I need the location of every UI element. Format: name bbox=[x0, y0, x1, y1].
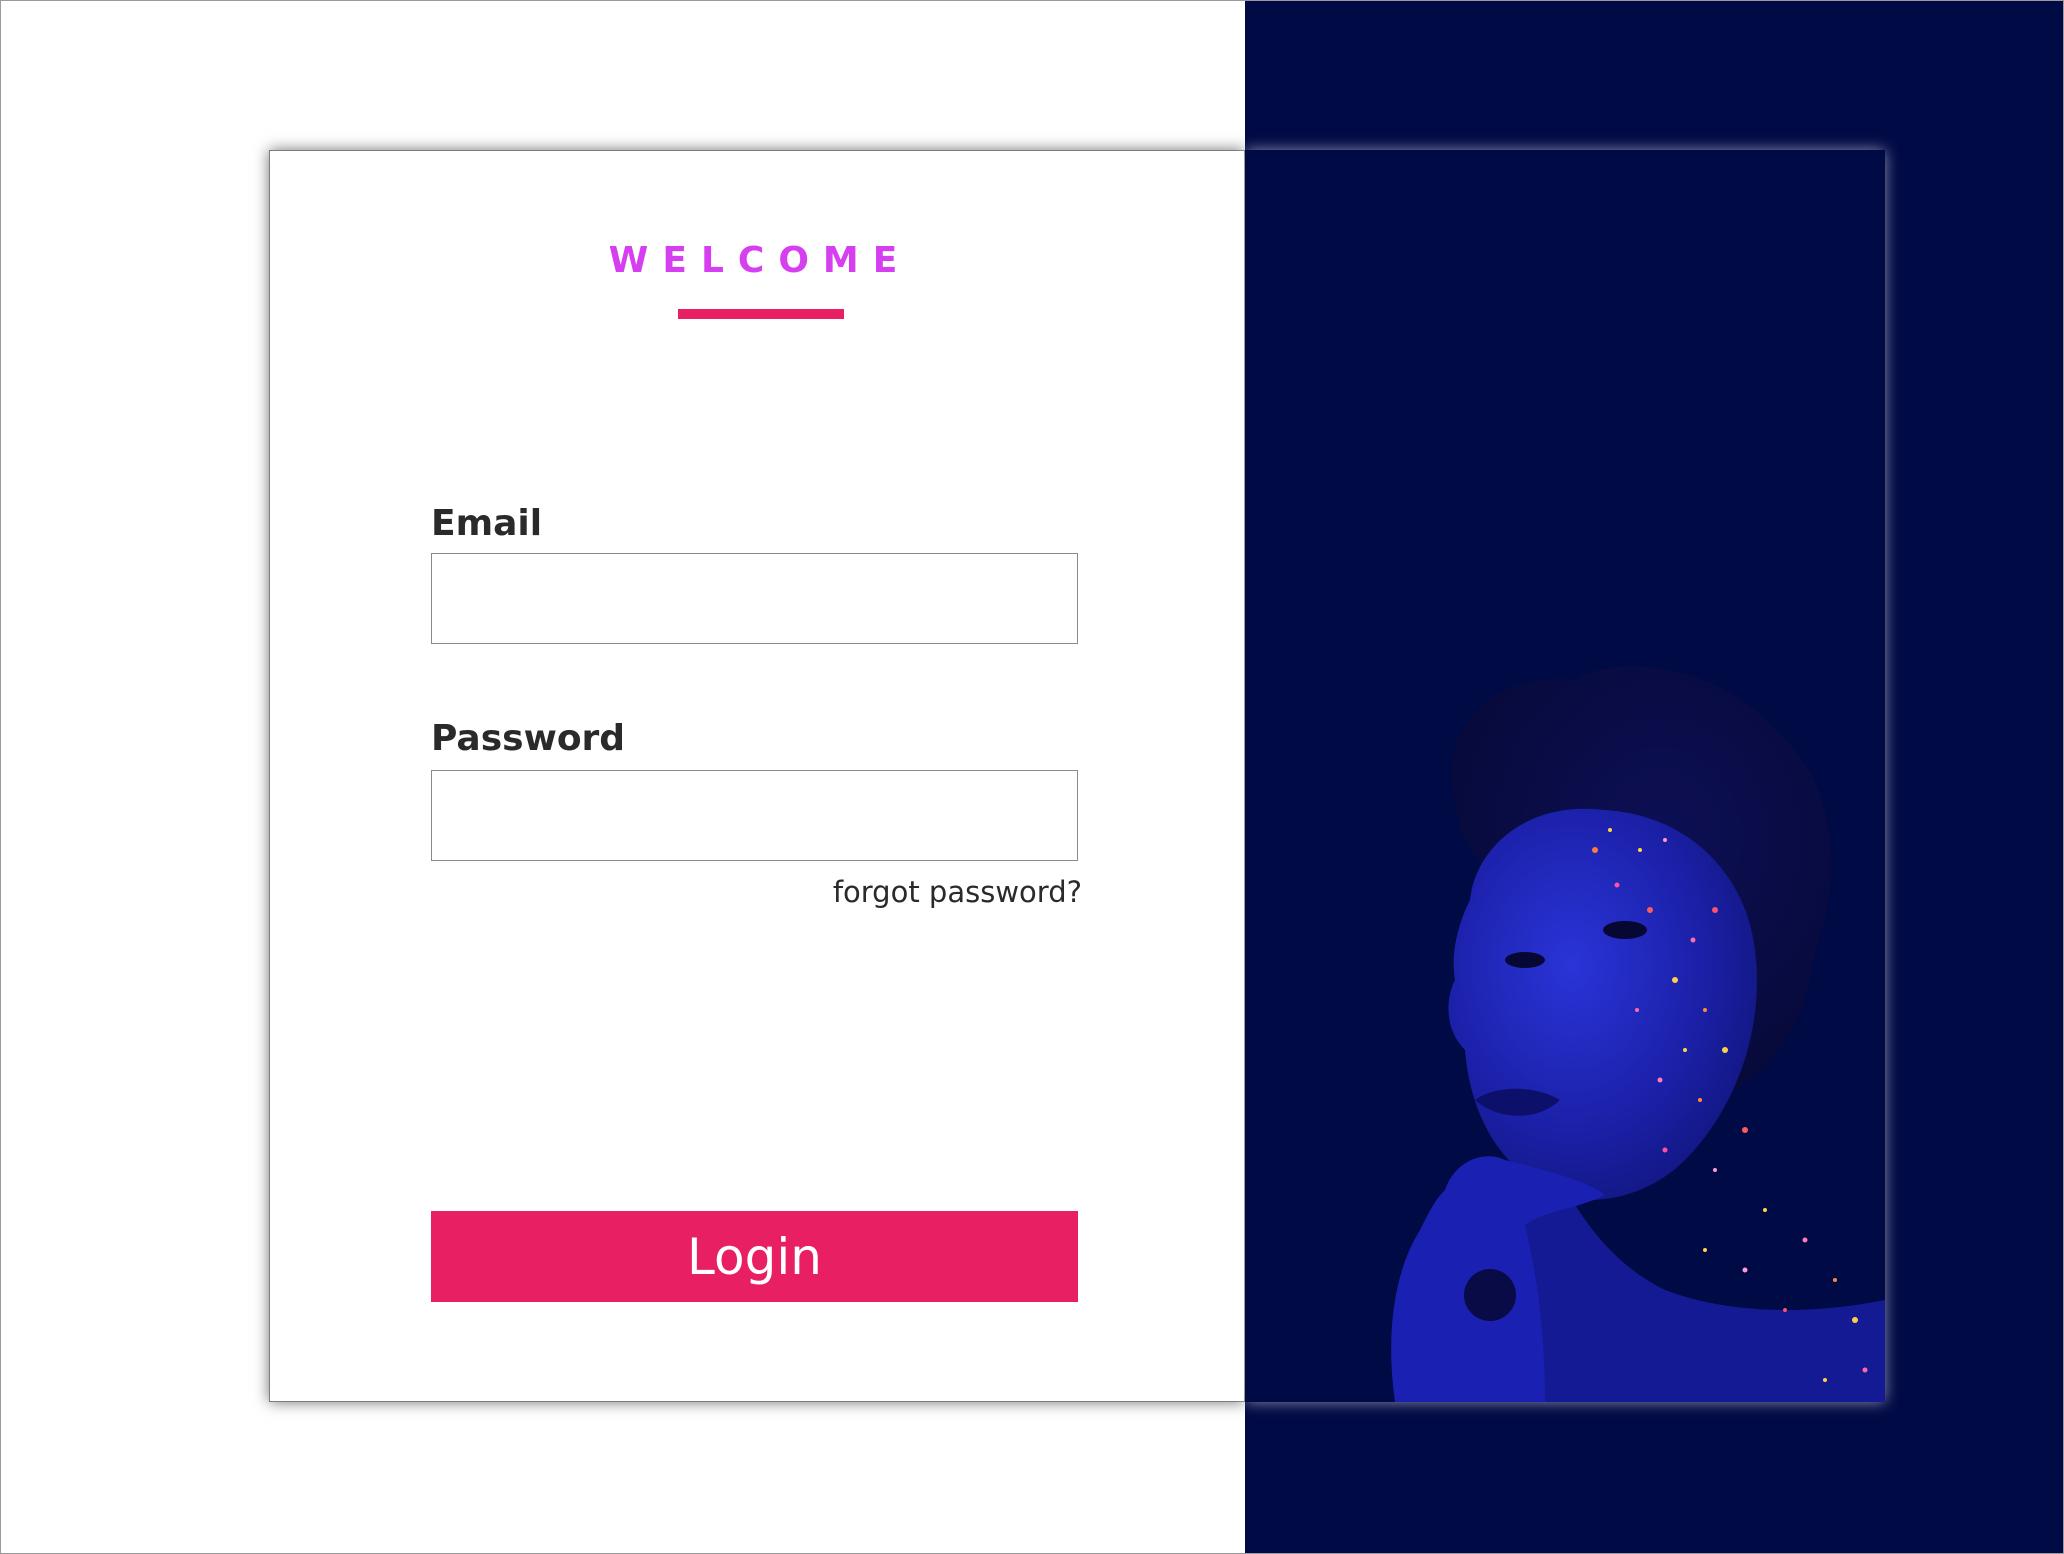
forgot-password-link[interactable]: forgot password? bbox=[760, 875, 1082, 909]
login-button[interactable]: Login bbox=[431, 1211, 1078, 1302]
email-input[interactable] bbox=[431, 553, 1078, 644]
portrait-image bbox=[1391, 666, 1885, 1402]
title-underline bbox=[678, 309, 844, 319]
hero-image-panel bbox=[1245, 150, 1885, 1402]
welcome-title: WELCOME bbox=[608, 240, 912, 281]
email-label: Email bbox=[431, 503, 543, 544]
password-input[interactable] bbox=[431, 770, 1078, 861]
password-label: Password bbox=[431, 718, 626, 759]
